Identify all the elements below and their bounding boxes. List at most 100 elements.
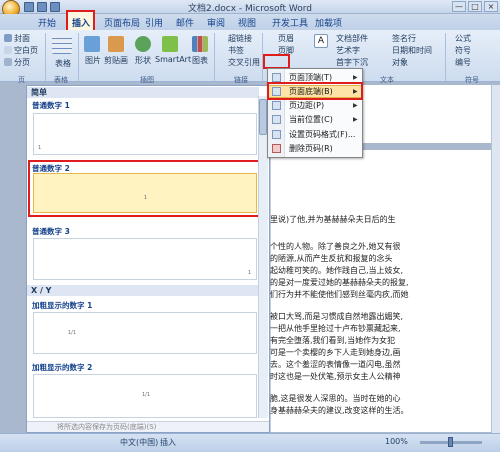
group-separator <box>214 33 215 81</box>
submenu-arrow-icon: ▶ <box>353 102 358 109</box>
status-language[interactable]: 中文(中国) <box>120 437 158 448</box>
doc-line: 时这也是一处伏笔,预示女主人公精神 <box>270 372 401 381</box>
current-position-icon <box>272 115 281 124</box>
signature-line-button[interactable]: 签名行 <box>392 33 416 44</box>
gallery-item-plain-1[interactable] <box>33 113 257 155</box>
submenu-arrow-icon: ▶ <box>353 74 358 81</box>
minimize-button[interactable]: — <box>452 1 466 12</box>
gallery-item-plain-3[interactable] <box>33 238 257 280</box>
maximize-button[interactable]: □ <box>468 1 482 12</box>
equation-button[interactable]: 公式 <box>455 33 471 44</box>
gallery-item-plain-2[interactable] <box>33 173 257 213</box>
picture-button[interactable]: 图片 <box>85 55 101 66</box>
cover-page-button[interactable]: 封面 <box>14 33 30 44</box>
tab-references[interactable]: 引用 <box>145 16 163 29</box>
top-of-page-icon <box>272 73 281 82</box>
tab-mailings[interactable]: 邮件 <box>176 16 194 29</box>
menu-item-page-margins[interactable]: 页边距(P) <box>268 99 362 112</box>
smartart-icon <box>162 36 178 52</box>
gallery-item-bold-1[interactable] <box>33 312 257 354</box>
format-page-numbers-icon <box>272 130 281 139</box>
group-label-table: 表格 <box>54 76 68 84</box>
menu-item-format-page-numbers[interactable]: 设置页码格式(F)... <box>268 128 362 141</box>
page-break-button[interactable]: 分页 <box>14 57 30 68</box>
undo-icon[interactable] <box>37 2 47 12</box>
tab-insert[interactable]: 插入 <box>72 16 90 29</box>
page-margins-icon <box>272 101 281 110</box>
shapes-icon <box>135 36 151 52</box>
tab-review[interactable]: 审阅 <box>207 16 225 29</box>
group-separator <box>78 33 79 81</box>
doc-line: 去。这个羞涩的表情像一道闪电,虽然 <box>270 360 401 369</box>
object-button[interactable]: 对象 <box>392 57 408 68</box>
tab-home[interactable]: 开始 <box>38 16 56 29</box>
header-button[interactable]: 页眉 <box>278 33 294 44</box>
doc-line: 被口大骂,而是习惯成自然地露出媚笑, <box>270 312 404 321</box>
chart-button[interactable]: 图表 <box>192 55 208 66</box>
group-label-links: 链接 <box>234 76 248 84</box>
doc-line: 起幼稚可笑的。她作践自己,当上妓女, <box>270 266 404 275</box>
status-insert-mode[interactable]: 插入 <box>160 437 176 448</box>
group-label-symbols: 符号 <box>465 76 479 84</box>
blank-page-button[interactable]: 空白页 <box>14 45 38 56</box>
shapes-button[interactable]: 形状 <box>135 55 151 66</box>
window-controls: — □ × <box>452 1 498 12</box>
page-number-preview: 1 <box>38 145 42 151</box>
clipart-button[interactable]: 剪贴画 <box>104 55 128 66</box>
group-separator <box>445 33 446 81</box>
remove-page-numbers-icon <box>272 144 281 153</box>
textbox-icon: A <box>314 34 328 48</box>
smartart-button[interactable]: SmartArt <box>155 55 191 64</box>
gallery-section-xy: X / Y <box>27 285 259 296</box>
doc-line: 个性的人物。除了善良之外,她又有很 <box>270 242 401 251</box>
status-zoom-level[interactable]: 100% <box>385 437 408 446</box>
gallery-section-simple: 简单 <box>27 87 259 98</box>
quick-parts-button[interactable]: 文档部件 <box>336 33 368 44</box>
quick-access-toolbar <box>24 2 60 12</box>
page-break-icon <box>4 58 12 66</box>
group-separator <box>45 33 46 81</box>
doc-line: 里说)了他,并为基赫赫朵夫日后的生 <box>270 215 396 224</box>
group-label-illustrations: 插图 <box>140 76 154 84</box>
cover-page-icon <box>4 34 12 42</box>
group-labels <box>0 75 500 83</box>
save-selection-as-page-number[interactable]: 将所选内容保存为页码(底端)(S) <box>27 421 269 432</box>
menu-item-remove-page-numbers[interactable]: 删除页码(R) <box>268 142 362 155</box>
doc-line: 的是对一度爱过她的基赫赫朵夫的报复, <box>270 278 409 287</box>
numbering-button[interactable]: 编号 <box>455 57 471 68</box>
bottom-of-page-highlight <box>267 82 363 100</box>
gallery-item-label: 加粗显示的数字 2 <box>32 363 93 372</box>
table-button[interactable]: 表格 <box>55 58 71 69</box>
datetime-button[interactable]: 日期和时间 <box>392 45 432 56</box>
tab-addins[interactable]: 加载项 <box>315 16 342 29</box>
tab-developer[interactable]: 开发工具 <box>272 16 308 29</box>
save-icon[interactable] <box>24 2 34 12</box>
doc-line: 一把从他手里抢过十卢布钞票藏起来, <box>270 324 401 333</box>
dropcap-button[interactable]: 首字下沉 <box>336 57 368 68</box>
hyperlink-button[interactable]: 超链接 <box>228 33 252 44</box>
vertical-scrollbar[interactable] <box>491 85 500 433</box>
page-number-preview: 1/1 <box>142 392 151 398</box>
page-number-preview: 1 <box>144 195 148 201</box>
clipart-icon <box>108 36 124 52</box>
chart-icon <box>192 36 208 52</box>
wordart-button[interactable]: 艺术字 <box>336 45 360 56</box>
doc-line: 身基赫赫朵夫的建议,改变这样的生活。 <box>270 406 409 415</box>
zoom-slider-knob[interactable] <box>448 437 453 447</box>
gallery-scroll-thumb[interactable] <box>259 99 267 135</box>
gallery-item-label: 加粗显示的数字 1 <box>32 301 93 310</box>
page-number-highlight <box>263 54 290 69</box>
group-label-text: 文本 <box>380 76 394 84</box>
tab-view[interactable]: 视图 <box>238 16 256 29</box>
symbol-button[interactable]: 符号 <box>455 45 471 56</box>
bookmark-button[interactable]: 书签 <box>228 45 244 56</box>
close-button[interactable]: × <box>484 1 498 12</box>
cross-ref-button[interactable]: 交叉引用 <box>228 57 260 68</box>
doc-line: 可是一个卖樱的乡下人走到她身边,画 <box>270 348 401 357</box>
group-label-pages: 页 <box>18 76 25 84</box>
doc-line: 脆,这是很发人深思的。当时在她的心 <box>270 394 401 403</box>
tab-page-layout[interactable]: 页面布局 <box>104 16 140 29</box>
gallery-item-label: 普通数字 3 <box>32 227 70 236</box>
menu-item-current-position[interactable]: 当前位置(C) <box>268 113 362 126</box>
redo-icon[interactable] <box>50 2 60 12</box>
